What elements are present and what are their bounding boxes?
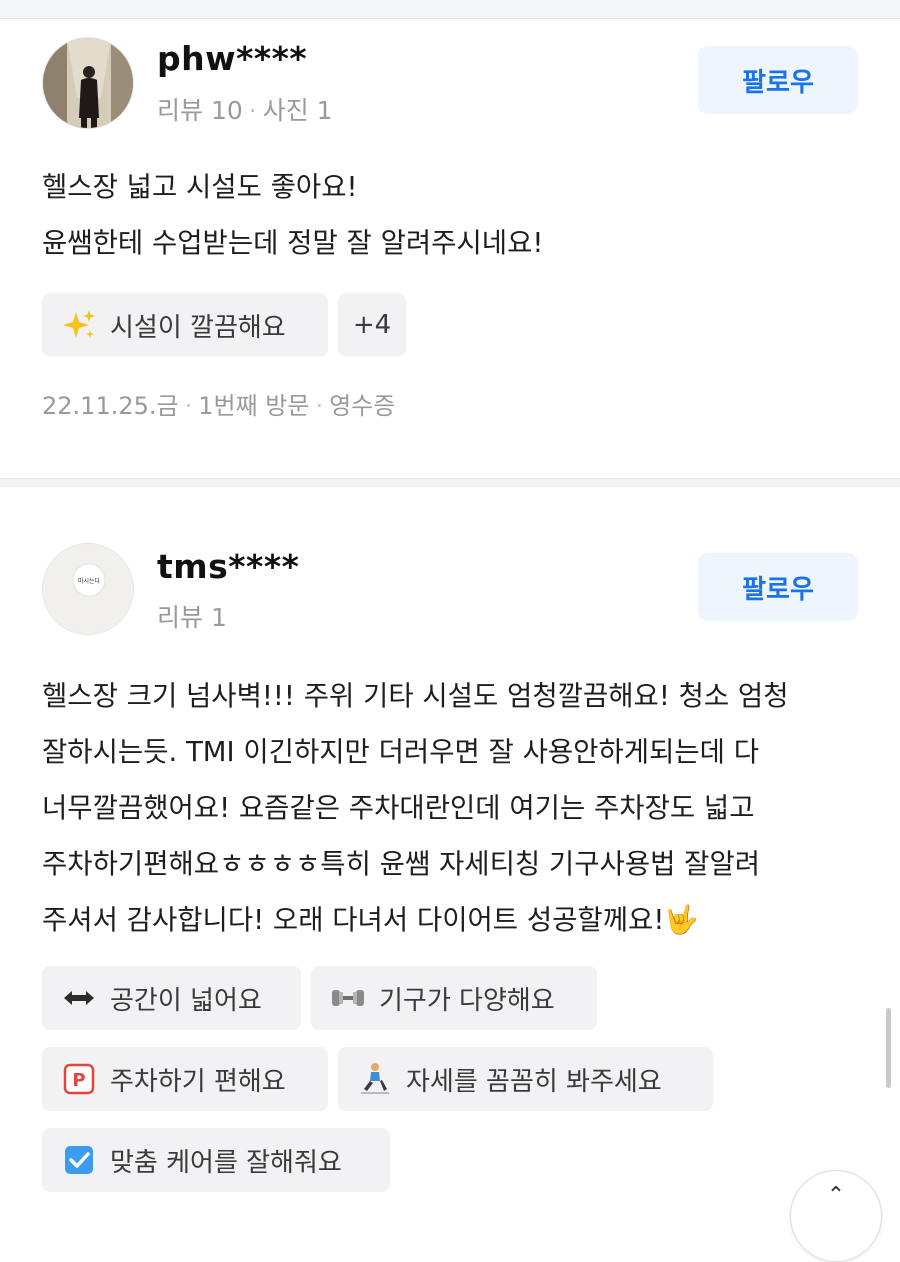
avatar[interactable] xyxy=(42,37,134,129)
separator-dot: · xyxy=(248,96,257,125)
tag-label: 시설이 깔끔해요 xyxy=(110,312,286,343)
separator-dot: · xyxy=(315,392,324,420)
scrollbar[interactable] xyxy=(886,1008,891,1088)
up-arrow-icon: ⌃ xyxy=(826,1183,846,1208)
username[interactable]: phw**** xyxy=(157,39,307,78)
review-meta: 리뷰 10 · 사진 1 xyxy=(157,91,333,127)
more-tags-label: +4 xyxy=(352,310,392,340)
review-text-line: 윤쌤한테 수업받는데 정말 잘 알려주시네요! xyxy=(42,227,544,259)
parking-icon: P xyxy=(62,1062,96,1096)
verification-type: 영수증 xyxy=(329,392,396,420)
review-count: 리뷰 1 xyxy=(157,603,227,632)
visit-date: 22.11.25.금 xyxy=(42,392,179,420)
tag-chip[interactable]: 시설이 깔끔해요 xyxy=(42,293,328,357)
follow-button[interactable]: 팔로우 xyxy=(698,553,858,621)
review-text[interactable]: 헬스장 넓고 시설도 좋아요! 윤쌤한테 수업받는데 정말 잘 알려주시네요! xyxy=(42,159,862,271)
review-text-line: 헬스장 크기 넘사벽!!! 주위 기타 시설도 엄청깔끔해요! 청소 엄청 xyxy=(42,680,789,712)
tag-chip[interactable]: 맞춤 케어를 잘해줘요 xyxy=(42,1128,390,1192)
avatar-photo xyxy=(43,38,133,128)
tag-label: 기구가 다양해요 xyxy=(379,985,555,1016)
dumbbell-icon xyxy=(331,981,365,1015)
visit-info: 22.11.25.금 · 1번째 방문 · 영수증 xyxy=(42,386,395,421)
left-right-arrow-icon xyxy=(62,981,96,1015)
sparkles-icon xyxy=(62,308,96,342)
follow-button[interactable]: 팔로우 xyxy=(698,46,858,114)
scroll-top-button[interactable]: ⌃ xyxy=(790,1170,882,1262)
tag-chip[interactable]: P 주차하기 편해요 xyxy=(42,1047,328,1111)
photo-count: 사진 1 xyxy=(262,96,333,125)
review-divider xyxy=(0,478,900,487)
review-text-line: 너무깔끔했어요! 요즘같은 주차대란인데 여기는 주차장도 넓고 xyxy=(42,792,755,824)
review-text-line: 주셔서 감사합니다! 오래 다녀서 다이어트 성공할께요!🤟 xyxy=(42,904,699,936)
visit-count: 1번째 방문 xyxy=(198,392,310,420)
person-exercising-icon xyxy=(358,1062,392,1096)
avatar-logo: 마시는다 xyxy=(43,544,133,634)
more-tags-chip[interactable]: +4 xyxy=(338,293,406,357)
checkbox-icon xyxy=(62,1143,96,1177)
tag-label: 맞춤 케어를 잘해줘요 xyxy=(110,1147,342,1178)
review-count: 리뷰 10 xyxy=(157,96,243,125)
tag-label: 주차하기 편해요 xyxy=(110,1066,286,1097)
separator-dot: · xyxy=(184,392,193,420)
review-meta: 리뷰 1 xyxy=(157,598,227,634)
tag-label: 자세를 꼼꼼히 봐주세요 xyxy=(406,1066,662,1097)
review-text-line: 주차하기편해요ㅎㅎㅎㅎ특히 윤쌤 자세티칭 기구사용법 잘알려 xyxy=(42,848,761,880)
tag-chip[interactable]: 기구가 다양해요 xyxy=(311,966,597,1030)
tag-chip[interactable]: 공간이 넓어요 xyxy=(42,966,301,1030)
avatar[interactable]: 마시는다 xyxy=(42,543,134,635)
review-text-line: 잘하시는듯. TMI 이긴하지만 더러우면 잘 사용안하게되는데 다 xyxy=(42,736,760,768)
avatar-logo-text: 마시는다 xyxy=(78,577,101,585)
review-text[interactable]: 헬스장 크기 넘사벽!!! 주위 기타 시설도 엄청깔끔해요! 청소 엄청 잘하… xyxy=(42,668,862,948)
username[interactable]: tms**** xyxy=(157,547,299,586)
tag-chip[interactable]: 자세를 꼼꼼히 봐주세요 xyxy=(338,1047,713,1111)
previous-review-edge xyxy=(0,0,900,19)
tag-label: 공간이 넓어요 xyxy=(110,985,262,1016)
svg-text:P: P xyxy=(72,1070,85,1091)
review-text-line: 헬스장 넓고 시설도 좋아요! xyxy=(42,171,358,203)
